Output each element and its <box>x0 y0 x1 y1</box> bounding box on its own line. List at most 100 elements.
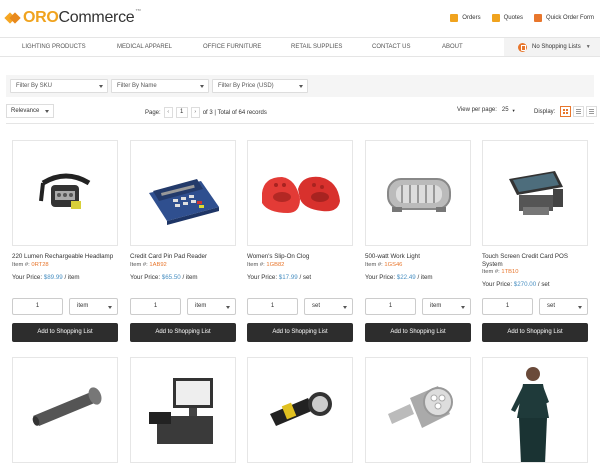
product-price: Your Price: $22.49 / item <box>365 274 433 281</box>
product-sku: Item #: 1TB10 <box>482 269 518 275</box>
oro-commerce-logo[interactable]: OROCommerce™ <box>4 9 142 27</box>
nav-item-contact-us[interactable]: CONTACT US <box>372 44 410 50</box>
orders-link[interactable]: Orders <box>450 14 481 22</box>
item-label: Item #: <box>247 262 265 268</box>
product-sku: Item #: 0RT28 <box>12 262 49 268</box>
price-value: $17.99 <box>278 274 298 281</box>
per-page-label: View per page: <box>457 107 497 113</box>
item-label: Item #: <box>365 262 383 268</box>
sort-value: Relevance <box>11 108 40 114</box>
quantity-input[interactable]: 1 <box>482 298 533 315</box>
price-unit: / set <box>537 281 550 288</box>
quantity-input[interactable]: 1 <box>130 298 181 315</box>
quick-order-form-link[interactable]: Quick Order Form <box>533 14 594 22</box>
caret-down-icon <box>578 306 582 309</box>
page-info: of 3 | Total of 64 records <box>202 109 267 116</box>
pagination: Page: ‹ 1 › of 3 | Total of 64 records <box>145 107 267 118</box>
product-image-work-light[interactable] <box>365 140 471 246</box>
chevron-down-icon: ▼ <box>511 107 516 113</box>
quantity-input[interactable]: 1 <box>247 298 298 315</box>
product-name[interactable]: 220 Lumen Rechargeable Headlamp <box>12 253 120 261</box>
nav-item-retail-supplies[interactable]: RETAIL SUPPLIES <box>291 44 342 50</box>
price-label: Your Price: <box>365 274 396 281</box>
add-to-shopping-list-button[interactable]: Add to Shopping List <box>365 323 471 342</box>
sku-value: 1AB92 <box>149 262 167 268</box>
product-price: Your Price: $65.50 / item <box>130 274 198 281</box>
sku-value: 1GS46 <box>384 262 403 268</box>
product-image-clog[interactable] <box>247 140 353 246</box>
quantity-input[interactable]: 1 <box>12 298 63 315</box>
product-name[interactable]: Women's Slip-On Clog <box>247 253 355 261</box>
top-links: Orders Quotes Quick Order Form <box>450 14 594 22</box>
nav-item-lighting-products[interactable]: LIGHTING PRODUCTS <box>22 44 86 50</box>
product-image-pos-system[interactable] <box>482 140 588 246</box>
page-label: Page: <box>145 109 161 116</box>
quick-order-link-label: Quick Order Form <box>545 15 594 21</box>
item-label: Item #: <box>12 262 30 268</box>
filter-by-name[interactable]: Filter By Name <box>111 79 209 93</box>
nav-item-medical-apparel[interactable]: MEDICAL APPAREL <box>117 44 172 50</box>
add-to-shopping-list-button[interactable]: Add to Shopping List <box>130 323 236 342</box>
orders-link-label: Orders <box>462 15 481 21</box>
per-page: View per page: 25 ▼ <box>457 107 516 113</box>
next-page-button[interactable]: › <box>190 107 200 118</box>
product-name[interactable]: Touch Screen Credit Card POS System <box>482 253 590 269</box>
caret-down-icon <box>343 306 347 309</box>
unit-select[interactable]: item <box>187 298 236 315</box>
shopping-lists-dropdown[interactable]: No Shopping Lists ▼ <box>504 38 600 56</box>
price-value: $22.49 <box>396 274 416 281</box>
filter-by-price[interactable]: Filter By Price (USD) <box>212 79 308 93</box>
unit-select[interactable]: item <box>422 298 471 315</box>
sku-value: 1GB82 <box>266 262 285 268</box>
product-image-pin-pad[interactable] <box>130 140 236 246</box>
logo-commerce-text: Commerce <box>58 9 135 26</box>
flashlight-image[interactable] <box>12 357 118 463</box>
pos-register-image[interactable] <box>130 357 236 463</box>
product-name[interactable]: Credit Card Pin Pad Reader <box>130 253 238 261</box>
quantity-input[interactable]: 1 <box>365 298 416 315</box>
price-label: Your Price: <box>247 274 278 281</box>
logo-mark-icon <box>4 11 21 25</box>
filter-price-label: Filter By Price (USD) <box>218 83 274 89</box>
unit-value: item <box>77 303 89 309</box>
unit-select[interactable]: set <box>539 298 588 315</box>
price-unit: / item <box>182 274 198 281</box>
compact-view-icon[interactable] <box>586 106 598 117</box>
add-to-shopping-list-button[interactable]: Add to Shopping List <box>482 323 588 342</box>
quotes-icon <box>491 14 500 22</box>
scrubs-model-image[interactable] <box>482 357 588 463</box>
prev-page-button[interactable]: ‹ <box>163 107 173 118</box>
caret-down-icon <box>45 110 50 113</box>
filter-by-sku[interactable]: Filter By SKU <box>10 79 108 93</box>
product-sku: Item #: 1AB92 <box>130 262 167 268</box>
unit-value: item <box>195 303 207 309</box>
list-view-icon[interactable] <box>573 106 585 117</box>
unit-select[interactable]: item <box>69 298 118 315</box>
unit-select[interactable]: set <box>304 298 353 315</box>
quotes-link[interactable]: Quotes <box>491 14 523 22</box>
caret-down-icon <box>226 306 230 309</box>
page-input[interactable]: 1 <box>175 107 188 118</box>
caret-down-icon <box>299 85 303 88</box>
nav-item-about[interactable]: ABOUT <box>442 44 463 50</box>
toolbar-divider <box>6 123 594 124</box>
led-bulb-image[interactable] <box>365 357 471 463</box>
product-sku: Item #: 1GB82 <box>247 262 284 268</box>
per-page-select[interactable]: 25 ▼ <box>502 107 516 113</box>
nav-item-office-furniture[interactable]: OFFICE FURNITURE <box>203 44 261 50</box>
work-light-image[interactable] <box>247 357 353 463</box>
product-name[interactable]: 500-watt Work Light <box>365 253 473 261</box>
product-price: Your Price: $89.99 / item <box>12 274 80 281</box>
price-unit: / set <box>299 274 312 281</box>
filter-bar: Filter By SKU Filter By Name Filter By P… <box>6 75 594 97</box>
top-bar: OROCommerce™ Orders Quotes Quick Order F… <box>0 0 600 38</box>
display-label: Display: <box>534 108 556 115</box>
product-price: Your Price: $270.00 / set <box>482 281 550 288</box>
add-to-shopping-list-button[interactable]: Add to Shopping List <box>247 323 353 342</box>
gallery-view-icon[interactable] <box>560 106 572 117</box>
add-to-shopping-list-button[interactable]: Add to Shopping List <box>12 323 118 342</box>
price-value: $89.99 <box>43 274 63 281</box>
logo-tm: ™ <box>135 9 142 15</box>
sort-select[interactable]: Relevance <box>6 104 55 118</box>
product-image-headlamp[interactable] <box>12 140 118 246</box>
